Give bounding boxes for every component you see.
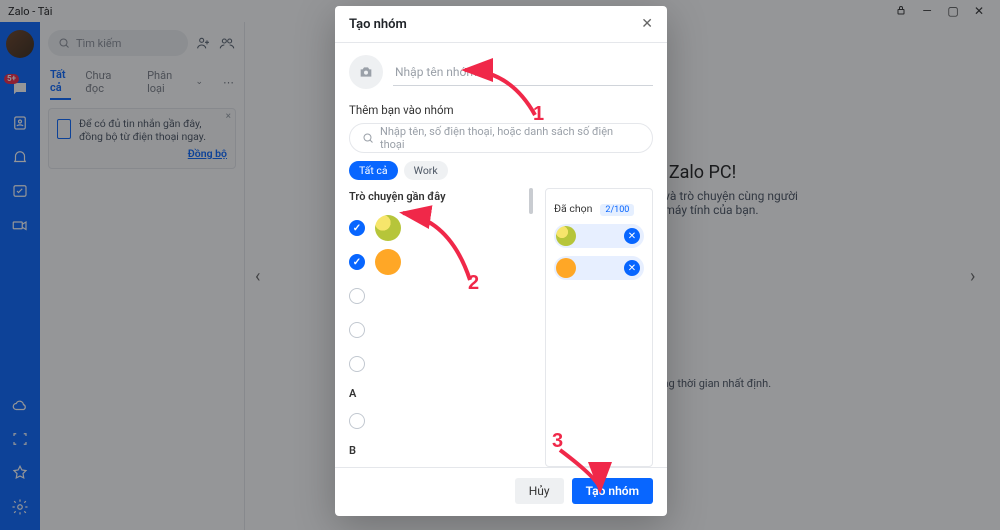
checkbox-off[interactable] xyxy=(349,322,365,338)
group-photo-button[interactable] xyxy=(349,55,383,89)
avatar xyxy=(556,258,576,278)
chip-work[interactable]: Work xyxy=(404,161,448,180)
checkbox-on[interactable] xyxy=(349,220,365,236)
checkbox-off[interactable] xyxy=(349,413,365,429)
avatar xyxy=(375,215,401,241)
app-window: Zalo - Tài — ▢ ✕ 5+ xyxy=(0,0,1000,530)
checkbox-off[interactable] xyxy=(349,356,365,372)
list-item[interactable] xyxy=(349,211,533,245)
contact-list: Trò chuyện gần đây A B xyxy=(349,188,537,467)
selected-label: Đã chọn xyxy=(554,202,592,215)
list-item[interactable] xyxy=(349,313,533,347)
close-modal-button[interactable]: ✕ xyxy=(641,16,653,32)
add-friends-label: Thêm bạn vào nhóm xyxy=(349,103,653,117)
selected-pill: ✕ xyxy=(554,224,644,248)
remove-icon[interactable]: ✕ xyxy=(624,260,640,276)
alpha-header-b: B xyxy=(349,444,533,457)
recent-label: Trò chuyện gần đây xyxy=(349,190,533,203)
cancel-button[interactable]: Hủy xyxy=(515,478,564,504)
selected-count: 2/100 xyxy=(600,204,634,216)
create-group-modal: Tạo nhóm ✕ Thêm bạn vào nhóm Nhập tên, s… xyxy=(335,6,667,516)
list-item[interactable] xyxy=(349,245,533,279)
avatar xyxy=(556,226,576,246)
chip-all[interactable]: Tất cả xyxy=(349,161,398,180)
group-name-input[interactable] xyxy=(393,59,653,86)
list-item[interactable] xyxy=(349,347,533,381)
scrollbar[interactable] xyxy=(529,188,533,214)
list-item[interactable] xyxy=(349,279,533,313)
modal-title: Tạo nhóm xyxy=(349,17,407,32)
list-item[interactable] xyxy=(349,404,533,438)
checkbox-on[interactable] xyxy=(349,254,365,270)
selected-panel: Đã chọn 2/100 ✕ ✕ xyxy=(545,188,653,467)
remove-icon[interactable]: ✕ xyxy=(624,228,640,244)
friend-search-placeholder: Nhập tên, số điện thoại, hoặc danh sách … xyxy=(380,125,640,151)
list-item[interactable] xyxy=(349,461,533,467)
alpha-header-a: A xyxy=(349,387,533,400)
selected-pill: ✕ xyxy=(554,256,644,280)
create-button[interactable]: Tạo nhóm xyxy=(572,478,653,504)
checkbox-off[interactable] xyxy=(349,288,365,304)
avatar xyxy=(375,249,401,275)
friend-search-input[interactable]: Nhập tên, số điện thoại, hoặc danh sách … xyxy=(349,123,653,153)
